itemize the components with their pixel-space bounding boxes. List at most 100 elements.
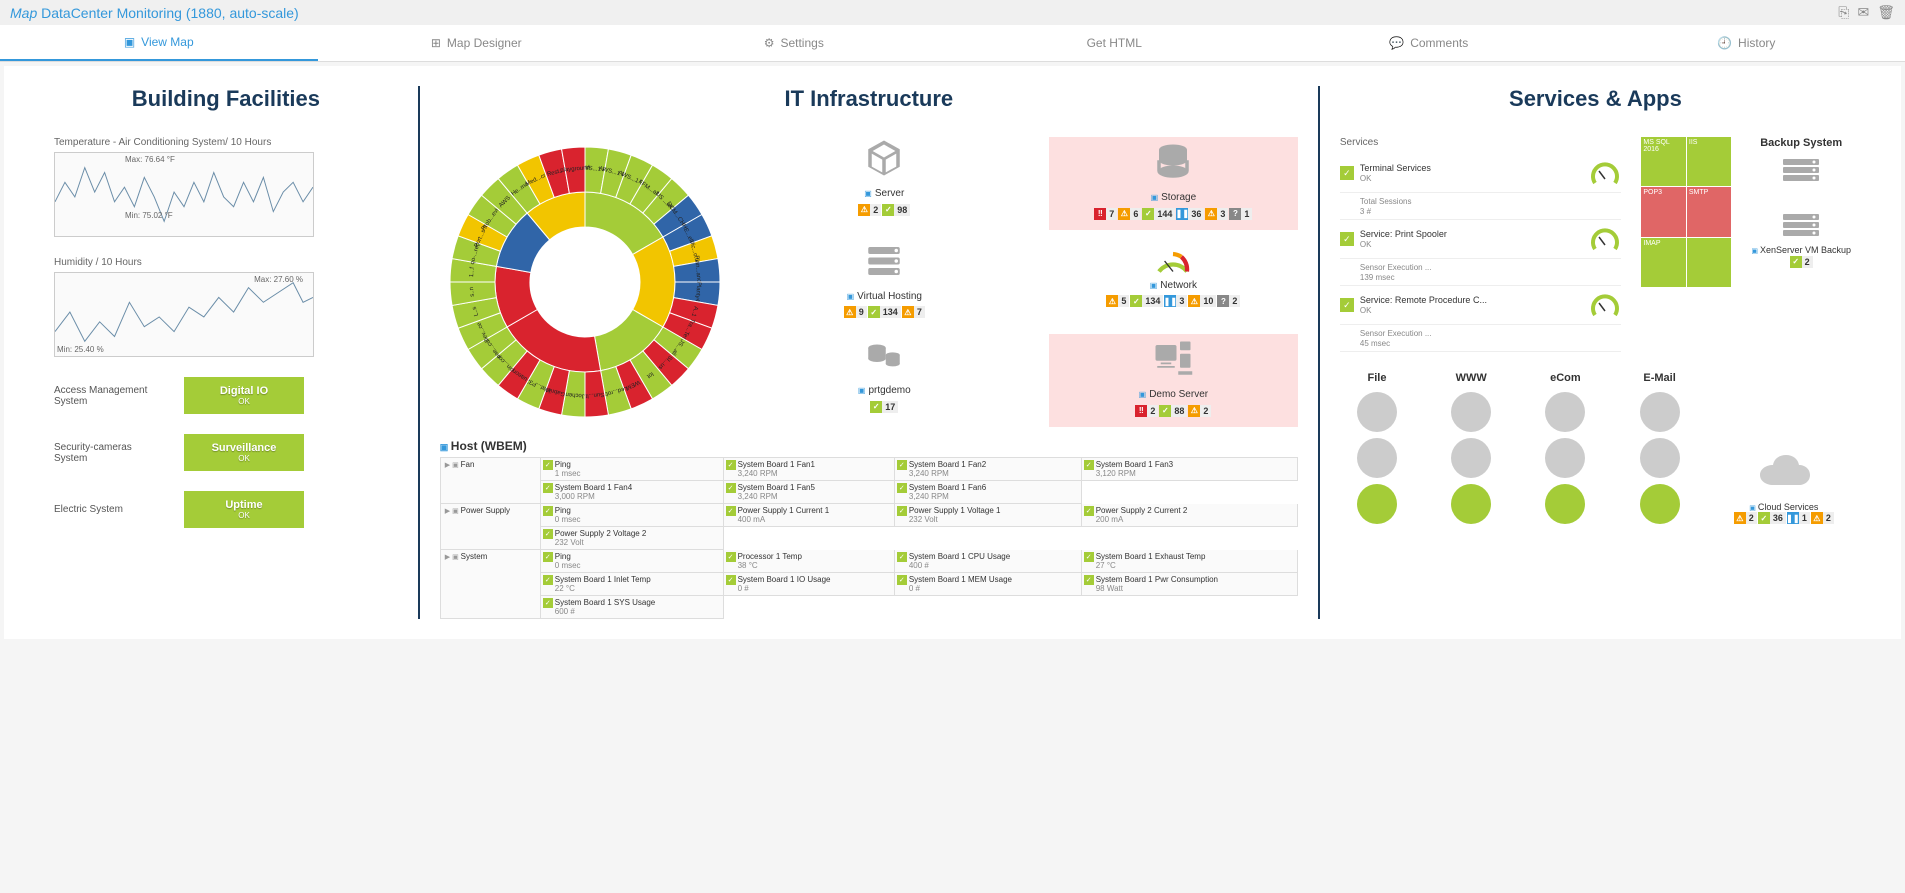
- it-item-prtgdemo[interactable]: prtgdemo ✓17: [760, 334, 1009, 427]
- sunburst-chart[interactable]: AWS...1 AUAWS...1 DEAWS...1 USFFM...alth…: [440, 137, 730, 427]
- it-item-virtual-hosting[interactable]: Virtual Hosting ⚠9✓134⚠7: [760, 240, 1009, 325]
- sensor-cell[interactable]: ✓System Board 1 Fan33,120 RPM: [1081, 458, 1297, 481]
- sensor-cell[interactable]: ✓System Board 1 Inlet Temp22 °C: [540, 573, 723, 596]
- sensor-cell[interactable]: ✓System Board 1 Fan53,240 RPM: [723, 481, 894, 504]
- treemap-cell[interactable]: IIS: [1687, 137, 1732, 186]
- status-badge: ✓98: [882, 204, 910, 216]
- service-item[interactable]: ✓ Service: Remote Procedure C...OK: [1340, 286, 1621, 325]
- check-icon: ✓: [543, 506, 553, 516]
- sensor-cell[interactable]: ✓System Board 1 IO Usage0 #: [723, 573, 894, 596]
- tab-view-map[interactable]: ▣View Map: [0, 25, 318, 61]
- delete-icon[interactable]: 🗑: [1877, 4, 1895, 21]
- sensor-cell[interactable]: [723, 596, 894, 619]
- check-icon: ✓: [1340, 298, 1354, 312]
- badges: ⚠5✓134❚❚3⚠10?2: [1106, 295, 1240, 307]
- check-icon: ✓: [543, 598, 553, 608]
- it-item-demo-server[interactable]: Demo Server ‼2✓88⚠2: [1049, 334, 1298, 427]
- it-item-label: prtgdemo: [760, 385, 1009, 396]
- it-item-server[interactable]: Server ⚠2✓98: [760, 137, 1009, 230]
- check-icon: ✓: [897, 552, 907, 562]
- temp-chart[interactable]: Max: 76.64 °F Min: 75.02 °F: [54, 152, 314, 237]
- sensor-cell[interactable]: ✓Power Supply 2 Voltage 2232 Volt: [540, 527, 723, 550]
- sensor-cell[interactable]: ✓Power Supply 1 Voltage 1232 Volt: [894, 504, 1081, 527]
- tab-get-html[interactable]: Get HTML: [953, 25, 1271, 61]
- it-title: IT Infrastructure: [440, 86, 1298, 112]
- sensor-cell[interactable]: ✓Processor 1 Temp38 °C: [723, 550, 894, 573]
- status-box[interactable]: SurveillanceOK: [184, 434, 304, 471]
- host-category[interactable]: Fan: [440, 458, 540, 504]
- light-red: [1451, 392, 1491, 432]
- it-item-network[interactable]: Network ⚠5✓134❚❚3⚠10?2: [1049, 240, 1298, 325]
- services-column: Services & Apps Services ✓ Terminal Serv…: [1320, 86, 1871, 619]
- sensor-cell[interactable]: ✓Power Supply 2 Current 2200 mA: [1081, 504, 1297, 527]
- treemap-cell[interactable]: POP3: [1641, 187, 1686, 236]
- traffic-light-e-mail[interactable]: E-Mail: [1640, 372, 1680, 524]
- sensor-cell[interactable]: ✓Ping0 msec: [540, 550, 723, 573]
- sensor-cell[interactable]: [723, 527, 894, 550]
- treemap-cell[interactable]: SMTP: [1687, 187, 1732, 236]
- tab-comments[interactable]: 💬Comments: [1270, 25, 1588, 61]
- sensor-cell[interactable]: ✓System Board 1 SYS Usage600 #: [540, 596, 723, 619]
- sensor-cell[interactable]: ✓System Board 1 Fan23,240 RPM: [894, 458, 1081, 481]
- treemap-cell[interactable]: MS SQL 2016: [1641, 137, 1686, 186]
- server-rack-icon: [1751, 214, 1851, 239]
- traffic-light-ecom[interactable]: eCom: [1545, 372, 1585, 524]
- treemap[interactable]: MS SQL 2016IISPOP3SMTPIMAP: [1641, 137, 1731, 287]
- check-icon: ✓: [897, 460, 907, 470]
- export-icon[interactable]: ⎘: [1838, 4, 1849, 21]
- sensor-cell[interactable]: ✓Power Supply 1 Current 1400 mA: [723, 504, 894, 527]
- it-column: IT Infrastructure AWS...1 AUAWS...1 DEAW…: [420, 86, 1320, 619]
- status-box[interactable]: Digital IOOK: [184, 377, 304, 414]
- sensor-cell[interactable]: ✓System Board 1 Fan13,240 RPM: [723, 458, 894, 481]
- it-item-label: Virtual Hosting: [760, 291, 1009, 302]
- sensor-cell[interactable]: ✓System Board 1 Exhaust Temp27 °C: [1081, 550, 1297, 573]
- status-badge: ⚠2: [1734, 512, 1757, 524]
- sensor-cell[interactable]: [894, 596, 1081, 619]
- facility-label: Access Management System: [54, 385, 164, 407]
- tab-icon: 🕘: [1717, 36, 1732, 50]
- host-category[interactable]: System: [440, 550, 540, 619]
- facility-row: Electric System UptimeOK: [54, 491, 398, 528]
- it-item-label: Network: [1049, 280, 1298, 291]
- tab-map-designer[interactable]: ⊞Map Designer: [318, 25, 636, 61]
- light-red: [1357, 392, 1397, 432]
- server-rack-icon: [1751, 159, 1851, 184]
- sensor-cell[interactable]: ✓System Board 1 Fan63,240 RPM: [894, 481, 1081, 504]
- check-icon: ✓: [1084, 575, 1094, 585]
- status-badge: ✓17: [870, 401, 898, 413]
- traffic-light-www[interactable]: WWW: [1451, 372, 1491, 524]
- sensor-cell[interactable]: [1081, 596, 1297, 619]
- sensor-cell[interactable]: ✓Ping1 msec: [540, 458, 723, 481]
- server-icon: [760, 240, 1009, 285]
- sensor-cell[interactable]: [1081, 481, 1297, 504]
- check-icon: ✓: [726, 552, 736, 562]
- mail-icon[interactable]: ✉: [1857, 4, 1869, 21]
- treemap-cell[interactable]: IMAP: [1641, 238, 1686, 287]
- humidity-chart[interactable]: Max: 27.60 % Min: 25.40 %: [54, 272, 314, 357]
- status-badge: ✓88: [1159, 405, 1187, 417]
- tab-icon: ⚙: [764, 36, 775, 50]
- gauge-icon: [1589, 157, 1621, 189]
- status-badge: ✓2: [1790, 256, 1813, 268]
- it-item-label: Demo Server: [1053, 389, 1294, 400]
- sensor-cell[interactable]: [894, 527, 1081, 550]
- service-item[interactable]: ✓ Terminal ServicesOK: [1340, 154, 1621, 193]
- sensor-cell[interactable]: ✓System Board 1 Fan43,000 RPM: [540, 481, 723, 504]
- treemap-cell[interactable]: [1687, 238, 1732, 287]
- sensor-cell[interactable]: [1081, 527, 1297, 550]
- it-item-storage[interactable]: Storage ‼7⚠6✓144❚❚36⚠3?1: [1049, 137, 1298, 230]
- status-box[interactable]: UptimeOK: [184, 491, 304, 528]
- service-item[interactable]: ✓ Service: Print SpoolerOK: [1340, 220, 1621, 259]
- sensor-cell[interactable]: ✓System Board 1 CPU Usage400 #: [894, 550, 1081, 573]
- sensor-cell[interactable]: ✓System Board 1 MEM Usage0 #: [894, 573, 1081, 596]
- traffic-light-file[interactable]: File: [1357, 372, 1397, 524]
- badges: ‼2✓88⚠2: [1135, 405, 1211, 417]
- facilities-column: Building Facilities Temperature - Air Co…: [34, 86, 420, 619]
- sensor-cell[interactable]: ✓System Board 1 Pwr Consumption98 Watt: [1081, 573, 1297, 596]
- tab-history[interactable]: 🕘History: [1588, 25, 1905, 61]
- cloud-services[interactable]: Cloud Services ⚠2✓36❚❚1⚠2: [1734, 372, 1834, 524]
- tab-settings[interactable]: ⚙Settings: [635, 25, 953, 61]
- host-category[interactable]: Power Supply: [440, 504, 540, 550]
- gauge-icon: [1589, 289, 1621, 321]
- sensor-cell[interactable]: ✓Ping0 msec: [540, 504, 723, 527]
